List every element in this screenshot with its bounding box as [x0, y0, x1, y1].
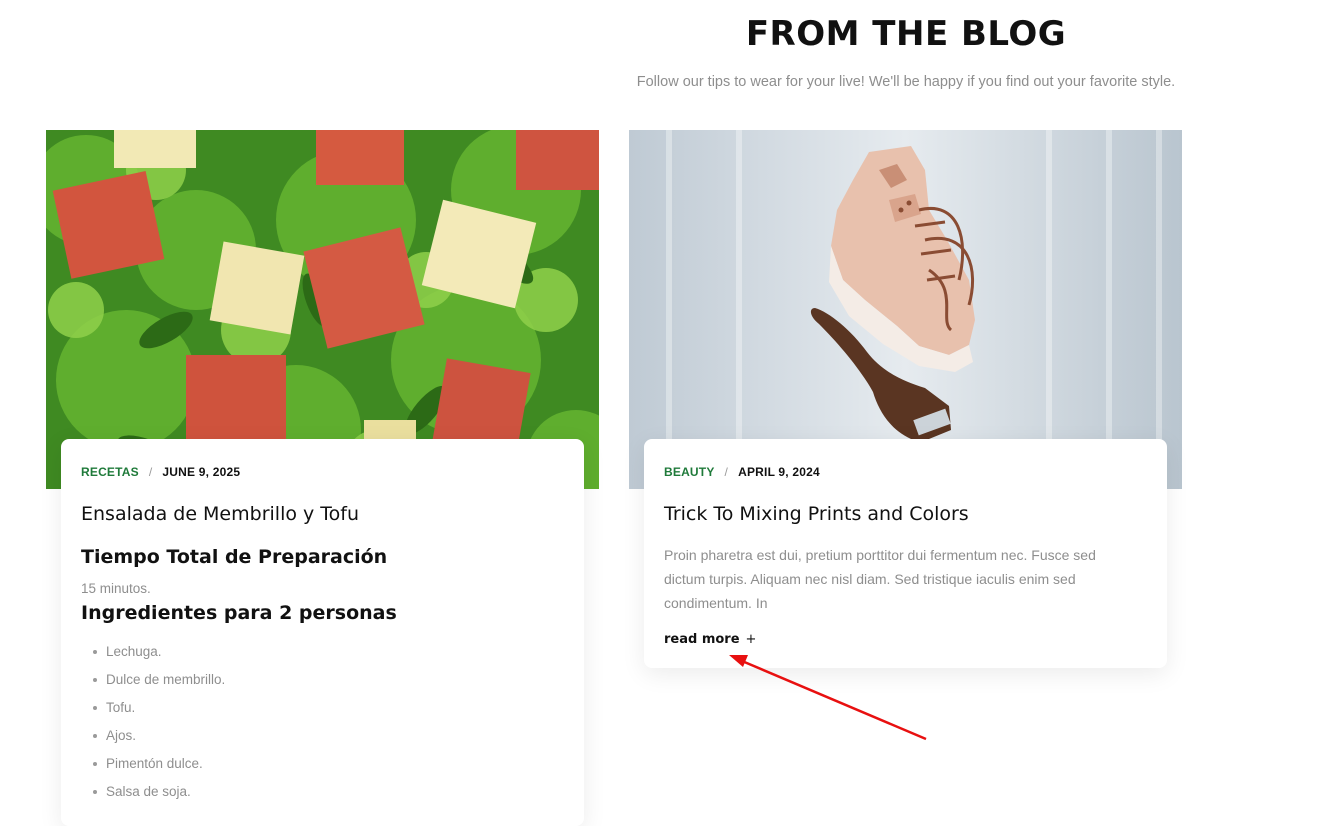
read-more-label: read more — [664, 632, 740, 647]
list-item: Lechuga. — [93, 638, 564, 666]
meta-separator: / — [724, 465, 729, 479]
blog-post-card: RECETAS / JUNE 9, 2025 Ensalada de Membril… — [46, 130, 599, 826]
list-item: Pimentón dulce. — [93, 750, 564, 778]
post-card-body: BEAUTY / APRIL 9, 2024 Trick To Mixing Pri… — [644, 439, 1167, 668]
list-item: Tofu. — [93, 694, 564, 722]
section-subtitle: Follow our tips to wear for your live! W… — [636, 74, 1176, 90]
sneaker-image — [629, 130, 1182, 489]
list-item: Ajos. — [93, 722, 564, 750]
prep-time-heading: Tiempo Total de Preparación — [81, 546, 388, 568]
blog-post-card: BEAUTY / APRIL 9, 2024 Trick To Mixing Pri… — [629, 130, 1182, 668]
list-item: Dulce de membrillo. — [93, 666, 564, 694]
prep-time-value: 15 minutos. — [81, 581, 151, 596]
ingredients-heading: Ingredientes para 2 personas — [81, 602, 397, 624]
read-more-link[interactable]: read more + — [664, 632, 756, 647]
post-category-link[interactable]: BEAUTY — [664, 465, 715, 479]
post-card-body: RECETAS / JUNE 9, 2025 Ensalada de Membril… — [61, 439, 584, 826]
post-meta: BEAUTY / APRIL 9, 2024 — [664, 465, 1147, 483]
post-date[interactable]: APRIL 9, 2024 — [738, 465, 820, 479]
list-item: Salsa de soja. — [93, 778, 564, 806]
post-category-link[interactable]: RECETAS — [81, 465, 139, 479]
post-excerpt: Proin pharetra est dui, pretium porttito… — [664, 547, 1096, 611]
post-meta: RECETAS / JUNE 9, 2025 — [81, 465, 564, 483]
section-title: FROM THE BLOG — [745, 14, 1067, 54]
plus-icon: + — [745, 632, 757, 647]
post-thumbnail-salad[interactable] — [46, 130, 599, 489]
post-thumbnail-sneaker[interactable] — [629, 130, 1182, 489]
post-date[interactable]: JUNE 9, 2025 — [162, 465, 240, 479]
salad-image — [46, 130, 599, 489]
meta-separator: / — [148, 465, 153, 479]
post-title[interactable]: Ensalada de Membrillo y Tofu — [81, 501, 564, 527]
ingredients-list: Lechuga. Dulce de membrillo. Tofu. Ajos.… — [81, 638, 564, 806]
post-title[interactable]: Trick To Mixing Prints and Colors — [664, 501, 1147, 527]
